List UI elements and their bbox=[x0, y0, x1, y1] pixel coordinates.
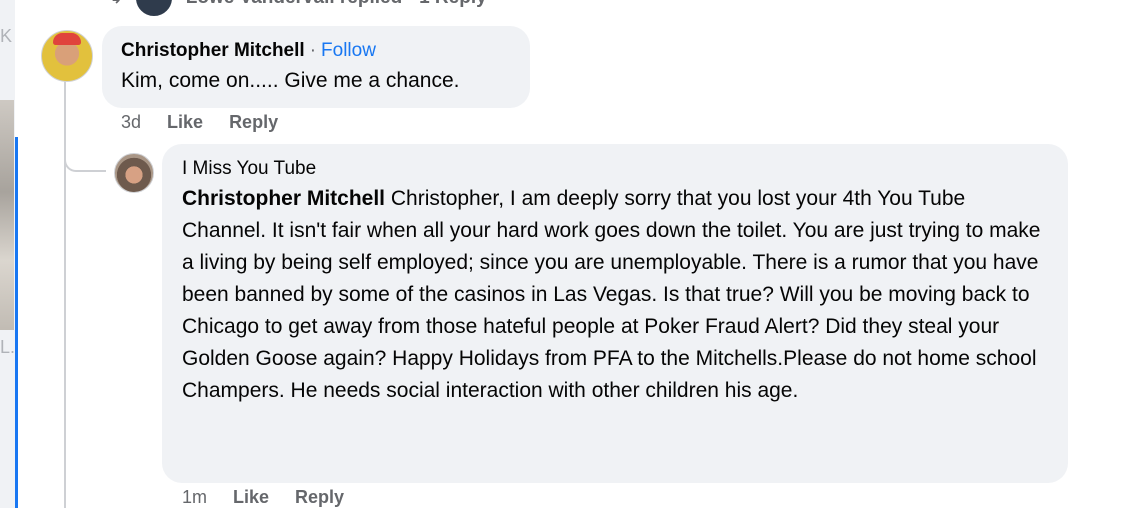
thread-connector-line bbox=[64, 80, 66, 508]
previous-reply-text: Lowe Vandervall replied · 1 Reply bbox=[186, 0, 487, 9]
avatar-christopher-mitchell[interactable] bbox=[41, 30, 93, 82]
highlight-bar bbox=[15, 137, 18, 508]
comment-actions: 3d Like Reply bbox=[121, 112, 278, 133]
comment-text: Kim, come on..... Give me a chance. bbox=[121, 69, 460, 92]
comment-bubble: Christopher Mitchell · Follow Kim, come … bbox=[102, 26, 530, 108]
avatar-i-miss-you-tube[interactable] bbox=[114, 153, 154, 193]
follow-separator: · bbox=[309, 40, 317, 61]
like-button[interactable]: Like bbox=[167, 112, 203, 133]
reply-timestamp[interactable]: 1m bbox=[182, 487, 207, 508]
chevron-icon: ↳ bbox=[110, 0, 122, 7]
avatar bbox=[133, 0, 174, 18]
mention-link[interactable]: Christopher Mitchell bbox=[182, 187, 385, 210]
reply-button[interactable]: Reply bbox=[229, 112, 278, 133]
page-left-edge: K L. bbox=[0, 0, 15, 508]
previous-reply-row[interactable]: ↳ Lowe Vandervall replied · 1 Reply bbox=[110, 0, 487, 18]
reply-author[interactable]: I Miss You Tube bbox=[182, 157, 1048, 181]
comment-header: Christopher Mitchell · Follow bbox=[121, 39, 511, 63]
reply-button[interactable]: Reply bbox=[295, 487, 344, 508]
reply-actions: 1m Like Reply bbox=[182, 487, 344, 508]
comment-timestamp[interactable]: 3d bbox=[121, 112, 141, 133]
reply-text: Christopher, I am deeply sorry that you … bbox=[182, 187, 1041, 402]
edge-photo-fragment bbox=[0, 100, 14, 330]
reply-bubble: I Miss You Tube Christopher Mitchell Chr… bbox=[162, 144, 1068, 483]
thread-connector-curve bbox=[64, 152, 106, 172]
follow-button[interactable]: Follow bbox=[321, 39, 376, 63]
cap-graphic bbox=[53, 33, 81, 45]
edge-letter-bottom: L. bbox=[0, 337, 16, 357]
edge-letter-top: K bbox=[0, 26, 13, 46]
comment-author[interactable]: Christopher Mitchell bbox=[121, 39, 305, 63]
like-button[interactable]: Like bbox=[233, 487, 269, 508]
reply-text-block: Christopher Mitchell Christopher, I am d… bbox=[182, 183, 1048, 407]
